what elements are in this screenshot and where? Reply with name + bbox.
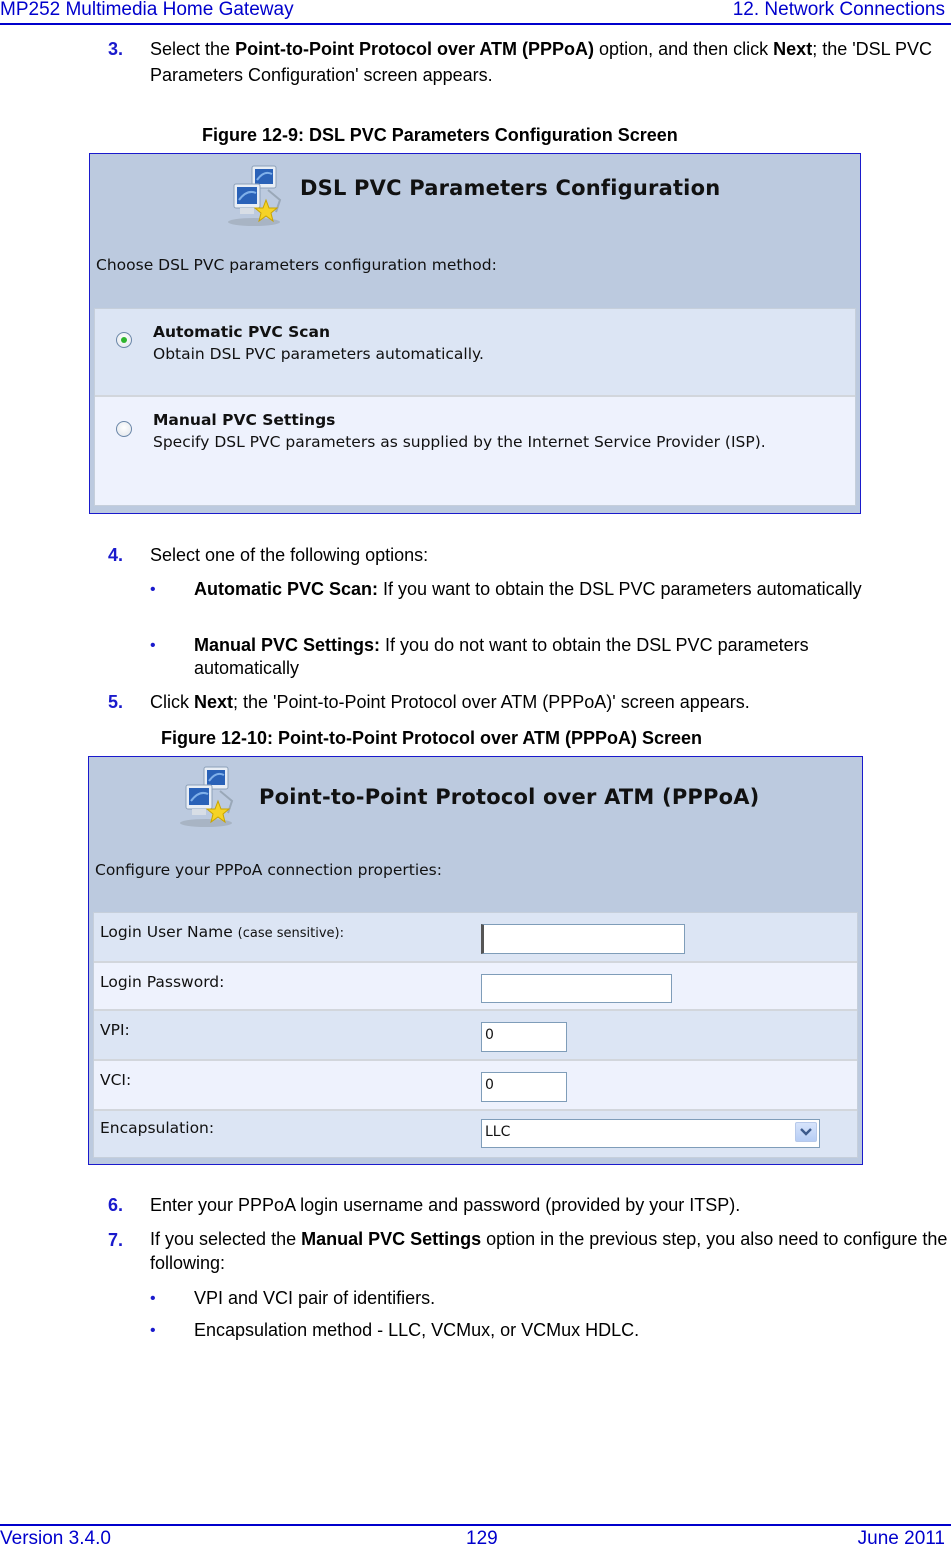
step-text: Select one of the following options:	[150, 545, 429, 565]
network-computers-star-icon	[176, 761, 246, 831]
footer-rule	[0, 1524, 951, 1526]
screen-subtitle: Choose DSL PVC parameters configuration …	[96, 256, 497, 274]
figure-caption: Figure 12-10: Point-to-Point Protocol ov…	[161, 728, 703, 748]
step-number: 4.	[108, 545, 124, 565]
text: Select the	[150, 39, 236, 59]
label-hint: (case sensitive):	[237, 926, 345, 941]
option-description: Specify DSL PVC parameters as supplied b…	[153, 433, 766, 451]
chapter-title: 12. Network Connections	[732, 0, 945, 20]
bold-text: Point-to-Point Protocol over ATM (PPPoA)	[235, 39, 595, 59]
label-text: Login User Name	[100, 923, 233, 941]
vci-label: VCI:	[100, 1071, 132, 1089]
chevron-down-icon	[800, 1128, 812, 1136]
login-user-name-label: Login User Name (case sensitive):	[100, 923, 344, 941]
option-manual-pvc-settings[interactable]: Manual PVC Settings Specify DSL PVC para…	[95, 397, 855, 505]
option-description: Obtain DSL PVC parameters automatically.	[153, 345, 484, 363]
step-text: Enter your PPPoA login username and pass…	[150, 1195, 741, 1215]
login-password-input[interactable]	[481, 974, 672, 1003]
row-login-password: Login Password:	[94, 963, 857, 1011]
bullet-icon: •	[150, 581, 156, 598]
bold-text: Automatic PVC Scan:	[194, 579, 379, 599]
header-rule	[0, 23, 951, 25]
text: ; the 'Point-to-Point Protocol over ATM …	[233, 692, 750, 712]
encapsulation-select[interactable]: LLC	[481, 1119, 820, 1148]
radio-selected-dot	[121, 337, 127, 343]
network-computers-star-icon	[224, 160, 294, 230]
properties-panel: Login User Name (case sensitive): Login …	[93, 912, 858, 1158]
step-number: 3.	[108, 39, 124, 59]
row-vpi: VPI: 0	[94, 1011, 857, 1061]
bullet-text: Encapsulation method - LLC, VCMux, or VC…	[194, 1320, 640, 1340]
screen-title: Point-to-Point Protocol over ATM (PPPoA)	[259, 785, 760, 809]
bold-text: Manual PVC Settings	[301, 1229, 482, 1249]
options-panel: Automatic PVC Scan Obtain DSL PVC parame…	[94, 308, 856, 506]
bullet-icon: •	[150, 1322, 156, 1339]
bullet-icon: •	[150, 1290, 156, 1307]
row-vci: VCI: 0	[94, 1061, 857, 1111]
doc-title: MP252 Multimedia Home Gateway	[0, 0, 294, 20]
option-title: Automatic PVC Scan	[153, 323, 330, 341]
bold-text: Next	[194, 692, 234, 712]
row-login-user-name: Login User Name (case sensitive):	[94, 913, 857, 963]
step-text: Select the Point-to-Point Protocol over …	[150, 36, 950, 88]
step-number: 6.	[108, 1195, 124, 1215]
option-title: Manual PVC Settings	[153, 411, 336, 429]
version: Version 3.4.0	[0, 1528, 111, 1549]
page-header: MP252 Multimedia Home Gateway 12. Networ…	[0, 0, 951, 22]
vpi-label: VPI:	[100, 1021, 130, 1039]
text: If you selected the	[150, 1229, 302, 1249]
login-password-label: Login Password:	[100, 973, 225, 991]
bullet-text: VPI and VCI pair of identifiers.	[194, 1288, 436, 1308]
bullet-icon: •	[150, 637, 156, 654]
option-automatic-pvc-scan[interactable]: Automatic PVC Scan Obtain DSL PVC parame…	[95, 309, 855, 397]
bullet-text: Manual PVC Settings: If you do not want …	[194, 634, 914, 680]
bold-text: Next	[773, 39, 813, 59]
step-number: 5.	[108, 692, 124, 712]
encapsulation-selected-value: LLC	[485, 1124, 511, 1140]
dsl-pvc-config-screen: DSL PVC Parameters Configuration Choose …	[89, 153, 861, 514]
screen-title: DSL PVC Parameters Configuration	[300, 176, 721, 200]
manual-pvc-settings-radio[interactable]	[116, 421, 132, 437]
row-encapsulation: Encapsulation: LLC	[94, 1111, 857, 1157]
text: Click	[150, 692, 194, 712]
encapsulation-label: Encapsulation:	[100, 1119, 215, 1137]
step-text: If you selected the Manual PVC Settings …	[150, 1227, 950, 1275]
vpi-input[interactable]: 0	[481, 1022, 567, 1052]
screen-subtitle: Configure your PPPoA connection properti…	[95, 861, 442, 879]
text: option, and then click	[594, 39, 774, 59]
vci-input[interactable]: 0	[481, 1072, 567, 1102]
pppoa-screen: Point-to-Point Protocol over ATM (PPPoA)…	[88, 756, 863, 1165]
bullet-text: Automatic PVC Scan: If you want to obtai…	[194, 578, 914, 601]
step-number: 7.	[108, 1230, 124, 1250]
text: If you want to obtain the DSL PVC parame…	[378, 579, 862, 599]
login-user-name-input[interactable]	[481, 924, 685, 954]
date: June 2011	[857, 1528, 945, 1549]
figure-caption: Figure 12-9: DSL PVC Parameters Configur…	[202, 125, 678, 145]
automatic-pvc-scan-radio[interactable]	[116, 332, 132, 348]
dropdown-button[interactable]	[795, 1122, 817, 1142]
step-text: Click Next; the 'Point-to-Point Protocol…	[150, 689, 950, 715]
bold-text: Manual PVC Settings:	[194, 635, 381, 655]
page-number: 129	[466, 1528, 498, 1549]
